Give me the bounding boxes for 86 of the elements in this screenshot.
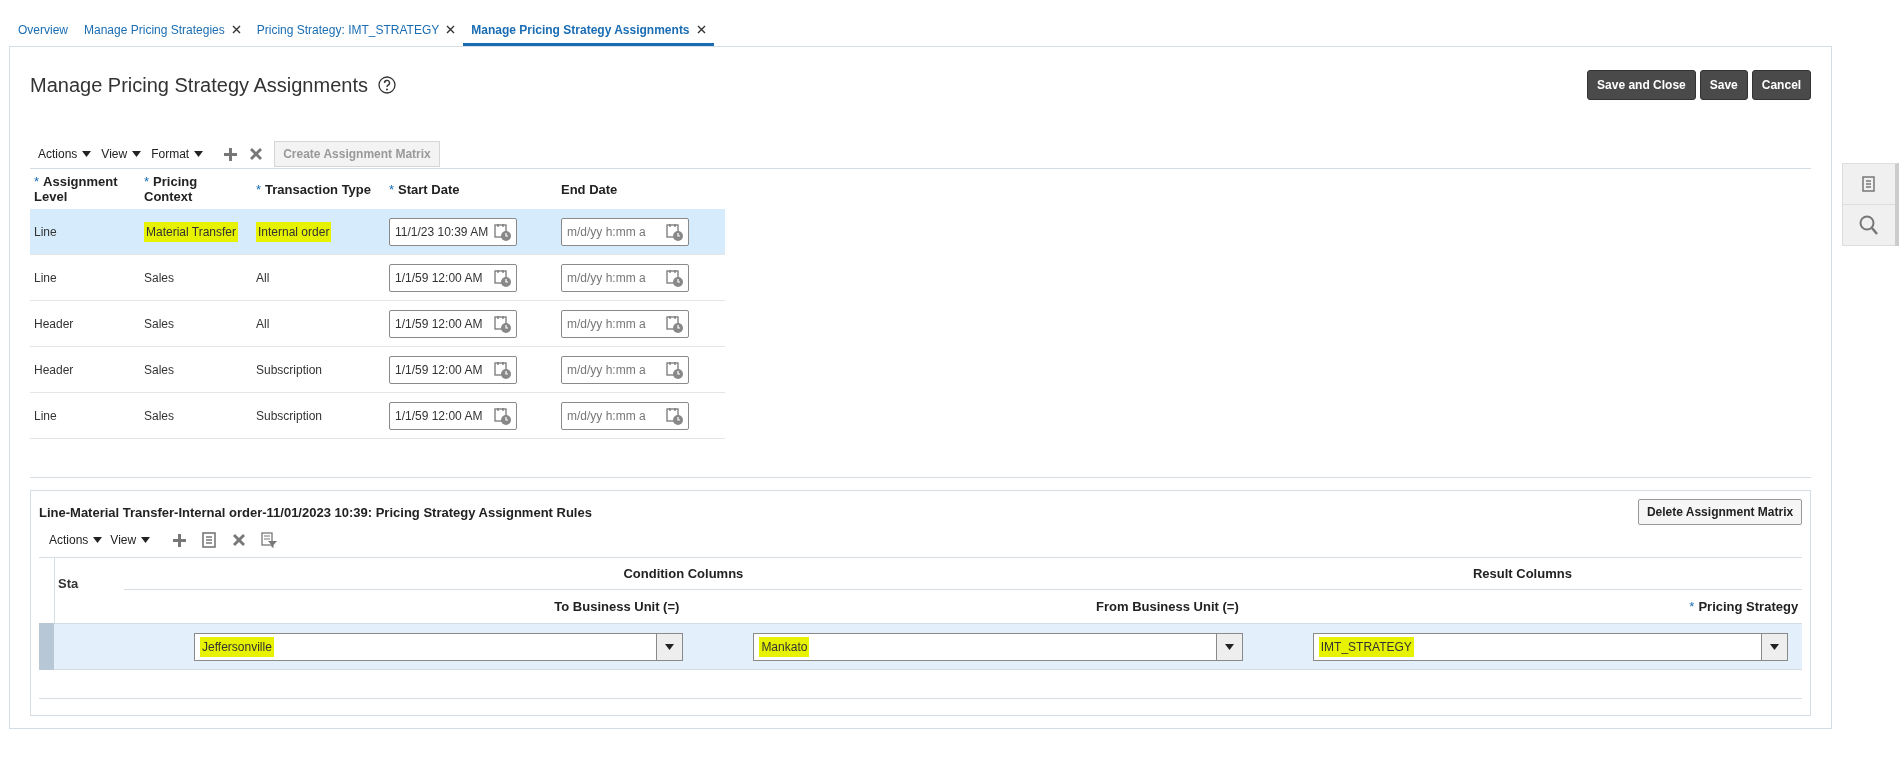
table-cell: Subscription xyxy=(256,408,323,423)
end-date-field[interactable]: m/d/yy h:mm a xyxy=(561,309,689,338)
caret-icon xyxy=(141,537,151,543)
dropdown-button[interactable] xyxy=(1761,633,1788,660)
table-cell: Sales xyxy=(144,408,175,423)
caret-icon xyxy=(93,537,103,543)
table-cell: Line xyxy=(34,408,57,423)
filter-icon[interactable] xyxy=(261,531,279,549)
table-cell: Line xyxy=(34,270,57,285)
calendar-icon[interactable] xyxy=(494,222,511,241)
menu-button[interactable]: Actions xyxy=(49,533,103,547)
caret-icon xyxy=(82,151,92,157)
help-icon[interactable] xyxy=(377,76,396,94)
dropdown-field[interactable]: Mankato xyxy=(753,632,1243,661)
calendar-icon[interactable] xyxy=(494,360,511,379)
page-title: Manage Pricing Strategy Assignments xyxy=(30,73,368,97)
table-cell: Sales xyxy=(144,270,175,285)
dropdown-field[interactable]: IMT_STRATEGY xyxy=(1312,632,1789,661)
tab[interactable]: Manage Pricing Strategies xyxy=(76,16,249,46)
column-header[interactable]: * Pricing Strategy xyxy=(1689,599,1799,614)
calendar-icon[interactable] xyxy=(666,360,683,379)
tab[interactable]: Pricing Strategy: IMT_STRATEGY xyxy=(248,16,464,46)
add-icon[interactable] xyxy=(172,532,188,548)
calendar-icon[interactable] xyxy=(666,268,683,287)
start-date-field[interactable]: 1/1/59 12:00 AM xyxy=(389,309,517,338)
column-header[interactable]: To Business Unit (=) xyxy=(554,599,680,614)
dropdown-button[interactable] xyxy=(656,633,683,660)
dropdown-field[interactable]: Jeffersonville xyxy=(194,632,684,661)
tab[interactable]: Overview xyxy=(10,16,76,46)
close-icon[interactable] xyxy=(696,25,706,34)
end-date-field[interactable]: m/d/yy h:mm a xyxy=(561,401,689,430)
close-icon[interactable] xyxy=(231,25,241,34)
table-cell: All xyxy=(256,270,270,285)
dropdown-button[interactable] xyxy=(1215,633,1242,660)
column-header[interactable]: * Transaction Type xyxy=(256,181,381,197)
table-cell: Line xyxy=(34,224,57,239)
cancel-button[interactable]: Cancel xyxy=(1751,70,1812,100)
save-and-close-button[interactable]: Save and Close xyxy=(1587,70,1696,100)
calendar-icon[interactable] xyxy=(494,406,511,425)
column-group-header: Result Columns xyxy=(1242,558,1803,590)
table-cell: Subscription xyxy=(256,362,323,377)
close-icon[interactable] xyxy=(446,25,456,34)
menu-button[interactable]: Actions xyxy=(38,147,92,161)
end-date-field[interactable]: m/d/yy h:mm a xyxy=(561,263,689,292)
record-icon[interactable] xyxy=(201,532,218,548)
caret-icon xyxy=(194,151,204,157)
table-cell: All xyxy=(256,316,270,331)
table-cell: Sales xyxy=(144,362,175,377)
delete-icon[interactable] xyxy=(231,532,248,548)
table-cell: Internal order xyxy=(256,221,332,242)
column-header[interactable]: From Business Unit (=) xyxy=(1096,599,1239,614)
start-date-field[interactable]: 1/1/59 12:00 AM xyxy=(389,355,517,384)
calendar-icon[interactable] xyxy=(666,314,683,333)
delete-icon[interactable] xyxy=(248,146,265,162)
add-icon[interactable] xyxy=(223,146,239,162)
column-group-header: Condition Columns xyxy=(124,558,1243,590)
panel-title: Line-Material Transfer-Internal order-11/01/2023 10:39: Pricing Strategy Assignment Rules xyxy=(39,504,592,520)
menu-button[interactable]: Format xyxy=(151,147,204,161)
start-date-field[interactable]: 1/1/59 12:00 AM xyxy=(389,401,517,430)
caret-icon xyxy=(132,151,142,157)
search-icon[interactable] xyxy=(1859,215,1880,235)
table-cell: Sales xyxy=(144,316,175,331)
caret-icon xyxy=(1224,643,1234,650)
menu-button[interactable]: View xyxy=(110,533,151,547)
caret-icon xyxy=(665,643,675,650)
calendar-icon[interactable] xyxy=(666,222,683,241)
document-icon[interactable] xyxy=(1861,176,1878,192)
save-button[interactable]: Save xyxy=(1699,70,1748,100)
delete-assignment-matrix-button[interactable]: Delete Assignment Matrix xyxy=(1637,499,1803,525)
start-date-field[interactable]: 11/1/23 10:39 AM xyxy=(389,217,517,246)
end-date-field[interactable]: m/d/yy h:mm a xyxy=(561,355,689,384)
menu-button[interactable]: View xyxy=(101,147,142,161)
calendar-icon[interactable] xyxy=(494,314,511,333)
table-cell: Material Transfer xyxy=(144,221,239,242)
column-header[interactable]: * Pricing Context xyxy=(144,174,248,204)
end-date-field[interactable]: m/d/yy h:mm a xyxy=(561,217,689,246)
caret-icon xyxy=(1770,643,1780,650)
calendar-icon[interactable] xyxy=(666,406,683,425)
start-date-field[interactable]: 1/1/59 12:00 AM xyxy=(389,263,517,292)
column-header[interactable]: * Assignment Level xyxy=(34,174,136,204)
table-cell: Header xyxy=(34,316,74,331)
column-header[interactable]: End Date xyxy=(561,181,721,197)
calendar-icon[interactable] xyxy=(494,268,511,287)
tab[interactable]: Manage Pricing Strategy Assignments xyxy=(463,16,714,46)
table-cell: Header xyxy=(34,362,74,377)
column-header[interactable]: * Start Date xyxy=(389,181,553,197)
